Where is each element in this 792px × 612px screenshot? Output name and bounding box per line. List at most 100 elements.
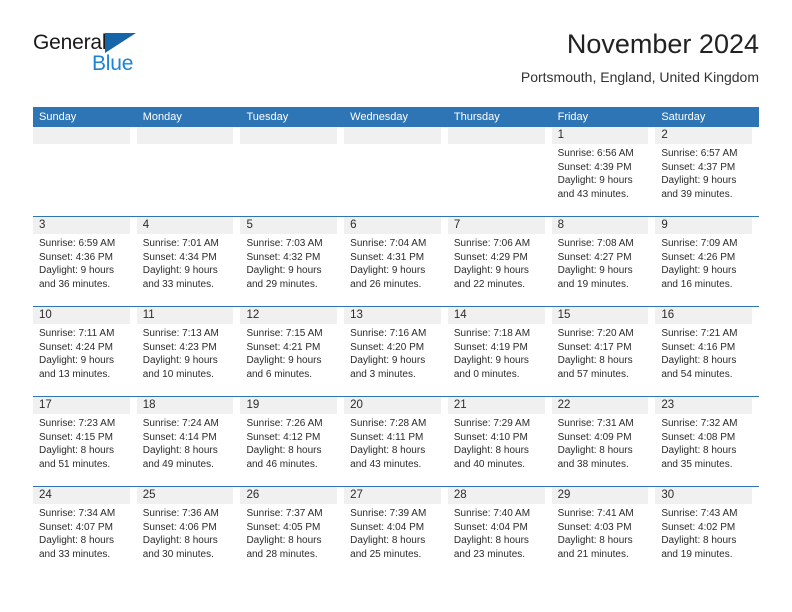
day-details: Sunrise: 7:21 AM Sunset: 4:16 PM Dayligh…	[655, 324, 755, 381]
daylight-text-line1: Daylight: 9 hours	[246, 265, 322, 276]
day-details: Sunrise: 7:03 AM Sunset: 4:32 PM Dayligh…	[240, 234, 340, 291]
daylight-text-line2: and 40 minutes.	[453, 458, 526, 470]
day-cell[interactable]: 12 Sunrise: 7:15 AM Sunset: 4:21 PM Dayl…	[240, 307, 344, 396]
day-cell[interactable]	[136, 127, 241, 216]
daylight-text-line1: Daylight: 8 hours	[661, 355, 737, 366]
sunset-text: Sunset: 4:03 PM	[557, 521, 632, 533]
day-number-band: 6	[344, 217, 441, 234]
sunrise-text: Sunrise: 7:16 AM	[350, 328, 427, 339]
sunset-text: Sunset: 4:31 PM	[350, 251, 425, 263]
day-number-band: 12	[240, 307, 338, 324]
sunset-text: Sunset: 4:02 PM	[661, 521, 736, 533]
day-details: Sunrise: 7:43 AM Sunset: 4:02 PM Dayligh…	[655, 504, 755, 561]
day-number-band: 20	[344, 397, 441, 414]
day-cell[interactable]: 2 Sunrise: 6:57 AM Sunset: 4:37 PM Dayli…	[655, 127, 759, 216]
daylight-text-line2: and 13 minutes.	[39, 368, 111, 380]
day-number-band: 28	[447, 487, 545, 504]
daylight-text-line1: Daylight: 9 hours	[246, 355, 322, 366]
daylight-text-line1: Daylight: 8 hours	[39, 445, 115, 456]
daylight-text-line2: and 33 minutes.	[39, 548, 111, 560]
day-cell[interactable]: 27 Sunrise: 7:39 AM Sunset: 4:04 PM Dayl…	[344, 487, 448, 576]
day-cell[interactable]: 30 Sunrise: 7:43 AM Sunset: 4:02 PM Dayl…	[655, 487, 759, 576]
day-cell[interactable]	[447, 127, 552, 216]
day-cell[interactable]	[33, 127, 137, 216]
day-cell[interactable]: 14 Sunrise: 7:18 AM Sunset: 4:19 PM Dayl…	[447, 307, 552, 396]
day-cell[interactable]: 8 Sunrise: 7:08 AM Sunset: 4:27 PM Dayli…	[551, 217, 656, 306]
day-details: Sunrise: 7:20 AM Sunset: 4:17 PM Dayligh…	[552, 324, 652, 381]
sunrise-text: Sunrise: 7:20 AM	[557, 328, 634, 339]
day-cell[interactable]: 9 Sunrise: 7:09 AM Sunset: 4:26 PM Dayli…	[655, 217, 759, 306]
daylight-text-line2: and 22 minutes.	[453, 278, 526, 290]
day-cell[interactable]: 23 Sunrise: 7:32 AM Sunset: 4:08 PM Dayl…	[655, 397, 759, 486]
day-cell[interactable]: 18 Sunrise: 7:24 AM Sunset: 4:14 PM Dayl…	[136, 397, 241, 486]
sunrise-text: Sunrise: 7:29 AM	[453, 418, 531, 429]
day-details: Sunrise: 7:41 AM Sunset: 4:03 PM Dayligh…	[552, 504, 652, 561]
daylight-text-line1: Daylight: 9 hours	[39, 355, 115, 366]
week-row: 1 Sunrise: 6:56 AM Sunset: 4:39 PM Dayli…	[33, 127, 759, 216]
day-cell[interactable]: 19 Sunrise: 7:26 AM Sunset: 4:12 PM Dayl…	[240, 397, 344, 486]
day-cell[interactable]: 5 Sunrise: 7:03 AM Sunset: 4:32 PM Dayli…	[240, 217, 344, 306]
day-cell[interactable]	[240, 127, 344, 216]
daylight-text-line2: and 28 minutes.	[246, 548, 318, 560]
day-cell[interactable]: 24 Sunrise: 7:34 AM Sunset: 4:07 PM Dayl…	[33, 487, 137, 576]
daylight-text-line2: and 43 minutes.	[350, 458, 422, 470]
daylight-text-line1: Daylight: 9 hours	[557, 265, 633, 276]
sunrise-text: Sunrise: 7:18 AM	[453, 328, 531, 339]
sunrise-text: Sunrise: 6:59 AM	[39, 238, 116, 249]
day-number-band: 3	[33, 217, 130, 234]
daylight-text-line2: and 29 minutes.	[246, 278, 318, 290]
day-number: 17	[39, 399, 52, 411]
generalblue-logo[interactable]: General Blue	[33, 32, 233, 88]
daylight-text-line2: and 35 minutes.	[661, 458, 733, 470]
sunset-text: Sunset: 4:04 PM	[350, 521, 425, 533]
day-number: 25	[142, 489, 156, 501]
day-number-band: 7	[447, 217, 545, 234]
day-cell[interactable]: 22 Sunrise: 7:31 AM Sunset: 4:09 PM Dayl…	[551, 397, 656, 486]
day-cell[interactable]: 11 Sunrise: 7:13 AM Sunset: 4:23 PM Dayl…	[136, 307, 241, 396]
daylight-text-line1: Daylight: 9 hours	[350, 355, 426, 366]
day-details: Sunrise: 7:36 AM Sunset: 4:06 PM Dayligh…	[137, 504, 237, 561]
day-number-band	[33, 127, 130, 144]
day-cell[interactable]: 29 Sunrise: 7:41 AM Sunset: 4:03 PM Dayl…	[551, 487, 656, 576]
sunset-text: Sunset: 4:39 PM	[557, 161, 632, 173]
day-number: 20	[350, 399, 363, 411]
week-row: 10 Sunrise: 7:11 AM Sunset: 4:24 PM Dayl…	[33, 306, 759, 396]
day-cell[interactable]: 17 Sunrise: 7:23 AM Sunset: 4:15 PM Dayl…	[33, 397, 137, 486]
daylight-text-line2: and 26 minutes.	[350, 278, 422, 290]
day-cell[interactable]: 1 Sunrise: 6:56 AM Sunset: 4:39 PM Dayli…	[551, 127, 656, 216]
day-cell[interactable]: 20 Sunrise: 7:28 AM Sunset: 4:11 PM Dayl…	[344, 397, 448, 486]
daylight-text-line1: Daylight: 8 hours	[142, 535, 218, 546]
day-cell[interactable]: 21 Sunrise: 7:29 AM Sunset: 4:10 PM Dayl…	[447, 397, 552, 486]
daylight-text-line2: and 10 minutes.	[142, 368, 214, 380]
day-details: Sunrise: 7:23 AM Sunset: 4:15 PM Dayligh…	[33, 414, 133, 471]
day-cell[interactable]: 25 Sunrise: 7:36 AM Sunset: 4:06 PM Dayl…	[136, 487, 241, 576]
day-number-band: 1	[551, 127, 649, 144]
day-cell[interactable]: 13 Sunrise: 7:16 AM Sunset: 4:20 PM Dayl…	[344, 307, 448, 396]
day-cell[interactable]	[344, 127, 448, 216]
day-cell[interactable]: 15 Sunrise: 7:20 AM Sunset: 4:17 PM Dayl…	[551, 307, 656, 396]
daylight-text-line2: and 51 minutes.	[39, 458, 111, 470]
sunrise-text: Sunrise: 7:23 AM	[39, 418, 116, 429]
day-number-band: 16	[655, 307, 753, 324]
day-cell[interactable]: 3 Sunrise: 6:59 AM Sunset: 4:36 PM Dayli…	[33, 217, 137, 306]
day-number: 7	[453, 219, 461, 231]
day-cell[interactable]: 6 Sunrise: 7:04 AM Sunset: 4:31 PM Dayli…	[344, 217, 448, 306]
daylight-text-line1: Daylight: 9 hours	[350, 265, 426, 276]
day-cell[interactable]: 16 Sunrise: 7:21 AM Sunset: 4:16 PM Dayl…	[655, 307, 759, 396]
day-number: 16	[661, 309, 675, 321]
day-number-band: 25	[136, 487, 234, 504]
sunrise-text: Sunrise: 7:36 AM	[142, 508, 219, 519]
day-number: 15	[557, 309, 571, 321]
day-number-band	[344, 127, 441, 144]
day-cell[interactable]: 10 Sunrise: 7:11 AM Sunset: 4:24 PM Dayl…	[33, 307, 137, 396]
day-cell[interactable]: 28 Sunrise: 7:40 AM Sunset: 4:04 PM Dayl…	[447, 487, 552, 576]
day-number-band: 15	[551, 307, 649, 324]
day-number: 28	[453, 489, 467, 501]
day-details	[448, 144, 548, 147]
daylight-text-line1: Daylight: 9 hours	[453, 355, 529, 366]
day-cell[interactable]: 4 Sunrise: 7:01 AM Sunset: 4:34 PM Dayli…	[136, 217, 241, 306]
day-cell[interactable]: 7 Sunrise: 7:06 AM Sunset: 4:29 PM Dayli…	[447, 217, 552, 306]
logo-word-general: General	[33, 31, 107, 54]
day-number: 29	[557, 489, 571, 501]
day-cell[interactable]: 26 Sunrise: 7:37 AM Sunset: 4:05 PM Dayl…	[240, 487, 344, 576]
